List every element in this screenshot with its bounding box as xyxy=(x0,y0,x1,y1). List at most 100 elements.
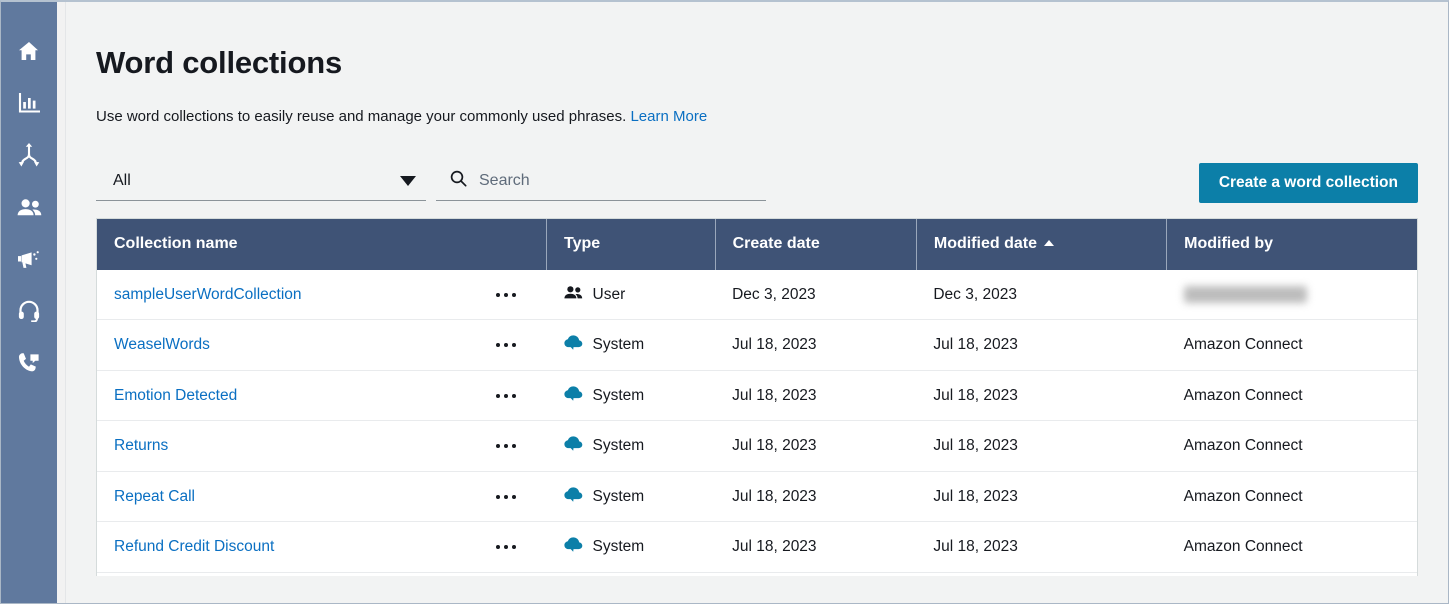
cloud-icon xyxy=(564,436,583,456)
search-input[interactable] xyxy=(479,172,760,190)
cell-modified-by-wrapper: Amazon Connect xyxy=(1167,320,1417,371)
cell-collection-name: Repeat Call xyxy=(97,471,547,522)
cell-modified-by-wrapper xyxy=(1167,270,1417,320)
page-description: Use word collections to easily reuse and… xyxy=(96,107,1418,127)
cell-type: System xyxy=(547,471,716,522)
cell-modified-by: Amazon Connect xyxy=(1184,437,1303,454)
cell-type: System xyxy=(547,522,716,573)
cell-modified-date: Jul 18, 2023 xyxy=(916,320,1166,371)
cell-type: User xyxy=(547,270,716,320)
learn-more-link[interactable]: Learn More xyxy=(630,108,707,125)
cell-modified-date: Jul 18, 2023 xyxy=(916,421,1166,472)
type-indicator: System xyxy=(564,371,716,421)
megaphone-icon xyxy=(17,250,41,269)
create-word-collection-button[interactable]: Create a word collection xyxy=(1199,163,1418,203)
cloud-icon xyxy=(564,537,583,557)
main-content: Word collections Use word collections to… xyxy=(66,2,1448,603)
cell-modified-date: Jul 18, 2023 xyxy=(916,370,1166,421)
collection-name-link[interactable]: Refund Credit Discount xyxy=(114,538,274,555)
collection-name-link[interactable]: Repeat Call xyxy=(114,488,195,505)
users-icon xyxy=(564,286,583,304)
chevron-down-icon xyxy=(400,176,416,186)
type-indicator: User xyxy=(564,270,716,320)
row-actions-menu-icon[interactable] xyxy=(494,489,518,505)
type-indicator: System xyxy=(564,320,716,370)
table-row: Refund Credit Discount System Jul 18, 2023… xyxy=(97,522,1417,573)
cell-modified-by: Amazon Connect xyxy=(1184,538,1303,555)
cell-modified-by: Amazon Connect xyxy=(1184,387,1303,404)
column-header-modified-by[interactable]: Modified by xyxy=(1167,219,1417,270)
cell-modified-by-wrapper: Amazon Connect xyxy=(1167,421,1417,472)
type-filter-value: All xyxy=(113,172,131,190)
sidebar-item-channels[interactable] xyxy=(11,348,47,378)
cloud-icon xyxy=(564,386,583,406)
users-icon xyxy=(17,199,42,216)
type-label: System xyxy=(593,488,645,506)
collection-name-link[interactable]: Emotion Detected xyxy=(114,387,237,404)
page-description-text: Use word collections to easily reuse and… xyxy=(96,108,626,125)
sort-ascending-icon xyxy=(1044,240,1054,246)
cell-type: System xyxy=(547,370,716,421)
cell-modified-by: Amazon Connect xyxy=(1184,488,1303,505)
row-actions-menu-icon[interactable] xyxy=(494,539,518,555)
cell-collection-name: sampleUserWordCollection xyxy=(97,270,547,320)
cell-collection-name: WeaselWords xyxy=(97,320,547,371)
nav-gutter xyxy=(57,2,66,603)
table-header: Collection name Type Create date Modifie… xyxy=(97,219,1417,270)
type-indicator: System xyxy=(564,421,716,471)
column-header-modified-date[interactable]: Modified date xyxy=(916,219,1166,270)
app-window: Word collections Use word collections to… xyxy=(0,0,1449,604)
table-row: WeaselWordsSystemJul 18, 2023Jul 18, 202… xyxy=(97,320,1417,371)
collection-name-link[interactable]: sampleUserWordCollection xyxy=(114,286,302,303)
cell-type: System xyxy=(547,421,716,472)
sidebar-item-home[interactable] xyxy=(11,36,47,66)
type-label: System xyxy=(593,336,645,354)
table-row: Emotion Detected System Jul 18, 2023Jul 18… xyxy=(97,370,1417,421)
collection-name-link[interactable]: Returns xyxy=(114,437,168,454)
table-controls: All Create a word collection xyxy=(96,163,1418,201)
row-actions-menu-icon[interactable] xyxy=(494,388,518,404)
type-filter-select[interactable]: All xyxy=(96,169,426,201)
home-icon xyxy=(18,41,40,61)
cell-collection-name: Emotion Detected xyxy=(97,370,547,421)
search-field[interactable] xyxy=(436,169,766,201)
cell-modified-date: Dec 3, 2023 xyxy=(916,270,1166,320)
row-actions-menu-icon[interactable] xyxy=(494,438,518,454)
sidebar-item-campaigns[interactable] xyxy=(11,244,47,274)
table-header-row: Collection name Type Create date Modifie… xyxy=(97,219,1417,270)
analytics-icon xyxy=(18,93,40,114)
column-header-collection-name[interactable]: Collection name xyxy=(97,219,547,270)
table-body: sampleUserWordCollectionUserDec 3, 2023D… xyxy=(97,270,1417,573)
cell-modified-by-wrapper: Amazon Connect xyxy=(1167,471,1417,522)
cell-modified-by-wrapper: Amazon Connect xyxy=(1167,370,1417,421)
cell-create-date: Jul 18, 2023 xyxy=(715,370,916,421)
type-label: System xyxy=(593,538,645,556)
type-indicator: System xyxy=(564,472,716,522)
sidebar-item-users[interactable] xyxy=(11,192,47,222)
search-icon xyxy=(450,170,467,192)
cell-collection-name: Returns xyxy=(97,421,547,472)
left-nav-rail xyxy=(1,2,57,603)
cloud-icon xyxy=(564,335,583,355)
phone-icon xyxy=(18,352,40,374)
headset-icon xyxy=(18,300,40,322)
cloud-icon xyxy=(564,487,583,507)
table-row: sampleUserWordCollectionUserDec 3, 2023D… xyxy=(97,270,1417,320)
cell-modified-date: Jul 18, 2023 xyxy=(916,522,1166,573)
row-actions-menu-icon[interactable] xyxy=(494,287,518,303)
column-header-type[interactable]: Type xyxy=(547,219,716,270)
row-actions-menu-icon[interactable] xyxy=(494,337,518,353)
column-header-create-date[interactable]: Create date xyxy=(715,219,916,270)
type-label: System xyxy=(593,387,645,405)
collections-table: Collection name Type Create date Modifie… xyxy=(97,219,1417,573)
cell-type: System xyxy=(547,320,716,371)
cell-modified-by: Amazon Connect xyxy=(1184,336,1303,353)
type-label: System xyxy=(593,437,645,455)
sidebar-item-analytics[interactable] xyxy=(11,88,47,118)
sidebar-item-routing[interactable] xyxy=(11,140,47,170)
cell-modified-by-wrapper: Amazon Connect xyxy=(1167,522,1417,573)
word-collections-table: Collection name Type Create date Modifie… xyxy=(96,218,1418,576)
routing-icon xyxy=(18,143,40,167)
sidebar-item-agent-workspace[interactable] xyxy=(11,296,47,326)
collection-name-link[interactable]: WeaselWords xyxy=(114,336,210,353)
